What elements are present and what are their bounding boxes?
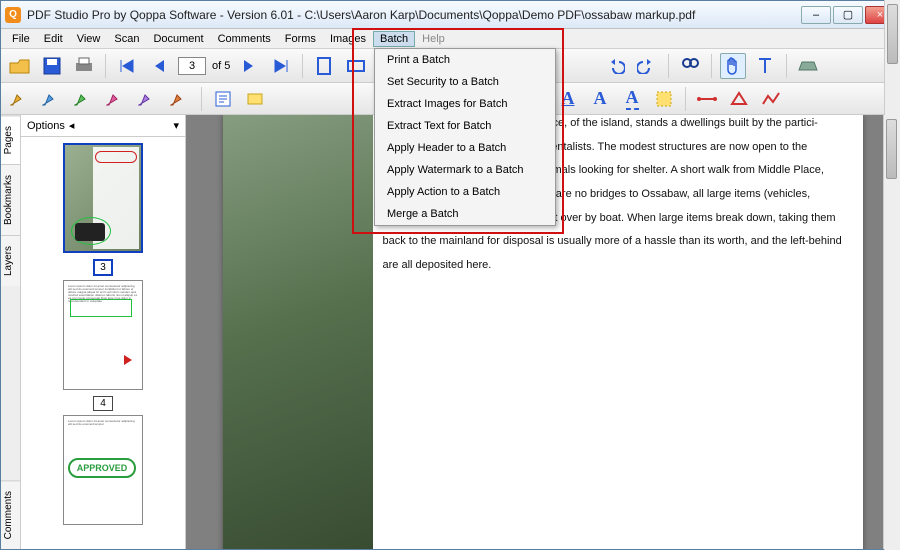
text-select-icon[interactable] — [752, 53, 778, 79]
last-page-icon[interactable] — [268, 53, 294, 79]
thumbnail-4-number: 4 — [93, 396, 113, 411]
menu-document[interactable]: Document — [146, 31, 210, 47]
fit-width-icon[interactable] — [343, 53, 369, 79]
menu-help[interactable]: Help — [415, 31, 452, 47]
text-annot-d-icon[interactable]: A — [619, 86, 645, 112]
find-icon[interactable] — [677, 53, 703, 79]
thumbnail-4[interactable]: Lorem ipsum dolor sit amet consectetur a… — [63, 280, 143, 390]
batch-security[interactable]: Set Security to a Batch — [375, 71, 555, 93]
next-page-icon[interactable] — [236, 53, 262, 79]
chevron-left-icon[interactable]: ◂ — [69, 119, 75, 132]
insert-text-icon[interactable] — [135, 86, 161, 112]
tab-comments[interactable]: Comments — [1, 480, 20, 549]
menu-scan[interactable]: Scan — [107, 31, 146, 47]
thumbnail-3[interactable] — [63, 143, 143, 253]
approved-stamp: APPROVED — [68, 458, 136, 478]
open-icon[interactable] — [7, 53, 33, 79]
page-total-label: of 5 — [212, 60, 230, 72]
batch-menu-dropdown: Print a Batch Set Security to a Batch Ex… — [374, 48, 556, 226]
menu-forms[interactable]: Forms — [278, 31, 323, 47]
tab-bookmarks[interactable]: Bookmarks — [1, 164, 20, 235]
hand-tool-icon[interactable] — [720, 53, 746, 79]
minimize-button[interactable]: – — [801, 6, 831, 24]
tab-pages[interactable]: Pages — [1, 115, 20, 164]
batch-extract-text[interactable]: Extract Text for Batch — [375, 115, 555, 137]
thumbnail-3-number: 3 — [93, 259, 113, 276]
text-annot-b-icon[interactable]: A — [555, 86, 581, 112]
menu-file[interactable]: File — [5, 31, 37, 47]
batch-print[interactable]: Print a Batch — [375, 49, 555, 71]
menu-edit[interactable]: Edit — [37, 31, 70, 47]
strikeout-icon[interactable] — [71, 86, 97, 112]
options-button[interactable]: Options — [27, 120, 65, 132]
document-scrollbar[interactable] — [883, 115, 899, 549]
batch-header[interactable]: Apply Header to a Batch — [375, 137, 555, 159]
scan-icon[interactable] — [795, 53, 821, 79]
menu-view[interactable]: View — [70, 31, 108, 47]
batch-watermark[interactable]: Apply Watermark to a Batch — [375, 159, 555, 181]
undo-icon[interactable] — [602, 53, 628, 79]
menu-batch[interactable]: Batch — [373, 31, 415, 47]
app-icon: Q — [5, 7, 21, 23]
page-input[interactable] — [178, 57, 206, 75]
thumbnail-panel: Options ◂ ▾ 3 Lorem ipsum d — [21, 115, 186, 549]
area-icon[interactable] — [651, 86, 677, 112]
underline-icon[interactable] — [39, 86, 65, 112]
menu-comments[interactable]: Comments — [211, 31, 278, 47]
squiggly-icon[interactable] — [103, 86, 129, 112]
redo-icon[interactable] — [634, 53, 660, 79]
thumbnails: 3 Lorem ipsum dolor sit amet consectetur… — [21, 137, 185, 549]
batch-merge[interactable]: Merge a Batch — [375, 203, 555, 225]
polygon-tool-icon[interactable] — [726, 86, 752, 112]
tab-layers[interactable]: Layers — [1, 235, 20, 286]
prev-page-icon[interactable] — [146, 53, 172, 79]
menu-images[interactable]: Images — [323, 31, 373, 47]
batch-extract-images[interactable]: Extract Images for Batch — [375, 93, 555, 115]
app-window: Q PDF Studio Pro by Qoppa Software - Ver… — [0, 0, 900, 550]
titlebar: Q PDF Studio Pro by Qoppa Software - Ver… — [1, 1, 899, 29]
print-icon[interactable] — [71, 53, 97, 79]
window-title: PDF Studio Pro by Qoppa Software - Versi… — [27, 8, 801, 22]
fit-page-icon[interactable] — [311, 53, 337, 79]
line-tool-icon[interactable] — [694, 86, 720, 112]
thumbnail-5[interactable]: Lorem ipsum dolor sit amet consectetur a… — [63, 415, 143, 525]
text-box-icon[interactable] — [242, 86, 268, 112]
page-side-image — [223, 115, 373, 549]
replace-text-icon[interactable] — [167, 86, 193, 112]
polyline-tool-icon[interactable] — [758, 86, 784, 112]
menubar: File Edit View Scan Document Comments Fo… — [1, 29, 899, 49]
side-tabs: Pages Bookmarks Layers Comments — [1, 115, 21, 549]
chevron-down-icon[interactable]: ▾ — [173, 119, 179, 132]
first-page-icon[interactable] — [114, 53, 140, 79]
text-annot-c-icon[interactable]: A — [587, 86, 613, 112]
save-icon[interactable] — [39, 53, 65, 79]
batch-action[interactable]: Apply Action to a Batch — [375, 181, 555, 203]
highlight-icon[interactable] — [7, 86, 33, 112]
maximize-button[interactable]: ▢ — [833, 6, 863, 24]
sticky-note-icon[interactable] — [210, 86, 236, 112]
